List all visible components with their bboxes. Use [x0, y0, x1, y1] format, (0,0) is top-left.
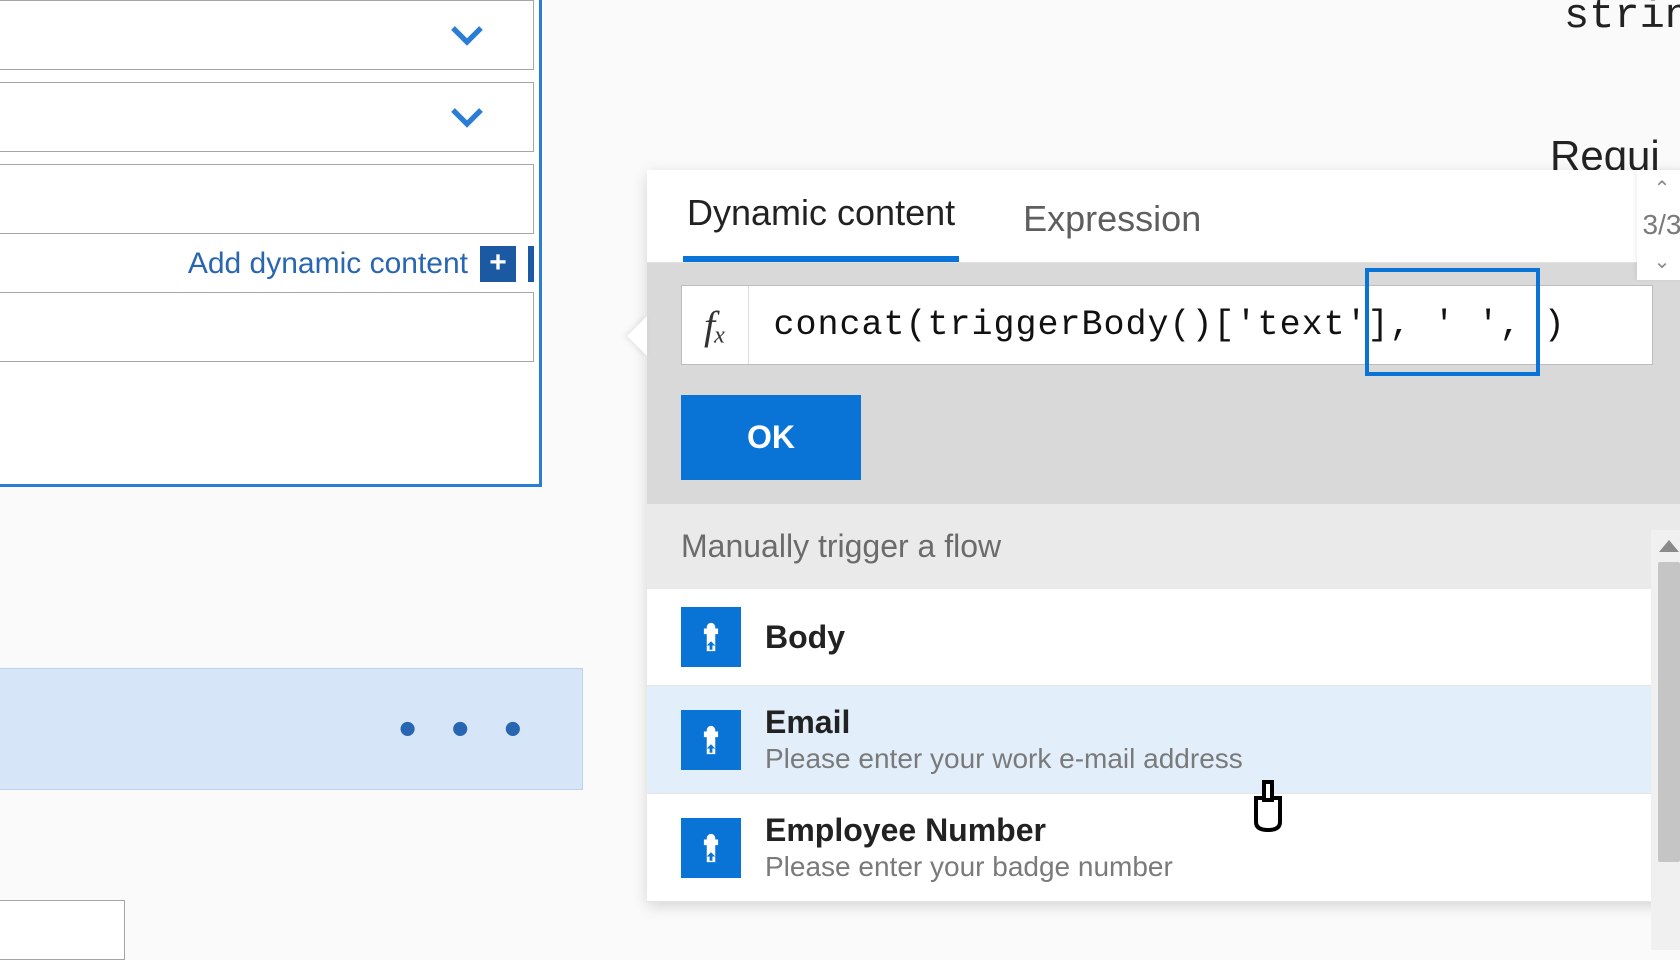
item-title: Email: [765, 704, 1243, 741]
section-header-trigger: Manually trigger a flow: [647, 504, 1680, 589]
item-description: Please enter your badge number: [765, 851, 1173, 883]
scroll-up-icon[interactable]: [1659, 540, 1679, 552]
popup-tabs: Dynamic content Expression: [647, 170, 1680, 263]
collapsible-field-1[interactable]: [0, 0, 534, 70]
plus-icon: +: [480, 246, 516, 282]
chevron-down-icon: [446, 14, 488, 56]
chevron-down-icon: [446, 96, 488, 138]
item-title: Employee Number: [765, 812, 1173, 849]
tooltip-nav: ⌃ 3/3 ⌄: [1637, 170, 1680, 280]
tooltip-code-fragment: strin: [1564, 0, 1680, 40]
expression-area: fₓ concat(triggerBody()['text'], ' ', ) …: [647, 263, 1680, 504]
scrollbar[interactable]: [1651, 530, 1680, 950]
partial-field[interactable]: e: [0, 900, 125, 960]
item-title: Body: [765, 619, 845, 656]
list-item-body[interactable]: Body: [647, 589, 1680, 686]
text-input-field-1[interactable]: [0, 164, 534, 234]
fx-icon: fₓ: [682, 286, 749, 364]
trigger-icon: [681, 818, 741, 878]
text-input-field-2[interactable]: [0, 292, 534, 362]
plus-bar-decoration: [528, 246, 534, 282]
trigger-icon: [681, 607, 741, 667]
tab-expression[interactable]: Expression: [1019, 176, 1205, 262]
tab-dynamic-content[interactable]: Dynamic content: [683, 170, 959, 262]
trigger-icon: [681, 710, 741, 770]
dynamic-content-popup: Dynamic content Expression ⌃ 3/3 ⌄ fₓ co…: [647, 170, 1680, 902]
dynamic-content-list: Body Email Please enter your work e-mail…: [647, 589, 1680, 902]
chevron-down-icon[interactable]: ⌄: [1654, 249, 1671, 274]
expression-input[interactable]: fₓ concat(triggerBody()['text'], ' ', ): [681, 285, 1653, 365]
next-step-card[interactable]: • • •: [0, 668, 583, 790]
flow-action-card: Add dynamic content +: [0, 0, 542, 487]
list-item-employee-number[interactable]: Employee Number Please enter your badge …: [647, 794, 1680, 902]
list-item-email[interactable]: Email Please enter your work e-mail addr…: [647, 686, 1680, 794]
collapsible-field-2[interactable]: [0, 82, 534, 152]
add-dynamic-content-link[interactable]: Add dynamic content +: [0, 246, 534, 282]
add-dynamic-content-label: Add dynamic content: [188, 247, 468, 281]
scroll-thumb[interactable]: [1658, 562, 1680, 862]
ok-button[interactable]: OK: [681, 395, 861, 480]
tooltip-nav-count: 3/3: [1643, 209, 1680, 241]
expression-text: concat(triggerBody()['text'], ' ', ): [749, 305, 1565, 345]
popup-caret: [627, 316, 647, 356]
chevron-up-icon[interactable]: ⌃: [1654, 176, 1671, 201]
item-description: Please enter your work e-mail address: [765, 743, 1243, 775]
